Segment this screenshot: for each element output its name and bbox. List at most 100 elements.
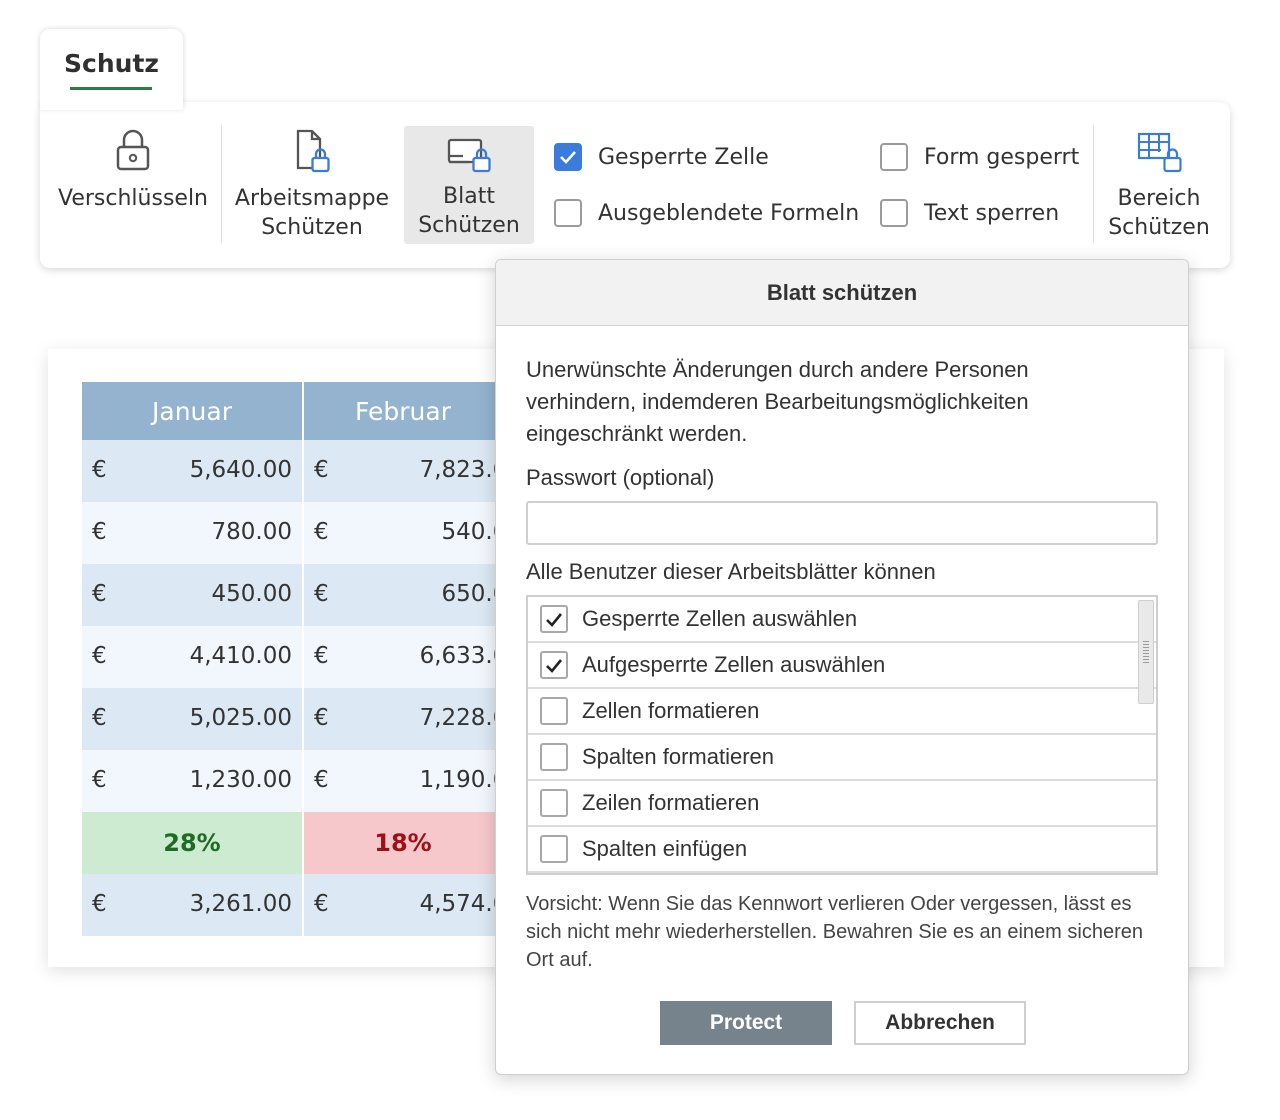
currency-symbol: € <box>314 581 329 607</box>
percent-cell-positive[interactable]: 28% <box>82 812 302 874</box>
table-row: €5,640.00 €7,823.00 <box>82 440 502 502</box>
cell-value: 4,574.00 <box>419 891 502 917</box>
cell-value: 5,025.00 <box>189 705 292 731</box>
password-input[interactable] <box>526 501 1158 545</box>
table-cell[interactable]: €450.00 <box>82 564 302 626</box>
table-cell[interactable]: €5,640.00 <box>82 440 302 502</box>
currency-symbol: € <box>92 767 107 793</box>
currency-symbol: € <box>314 891 329 917</box>
checkbox-unchecked-icon[interactable] <box>880 143 908 171</box>
column-header-february[interactable]: Februar <box>304 382 502 440</box>
protect-workbook-label-1: Arbeitsmappe <box>234 186 390 211</box>
table-cell[interactable]: €780.00 <box>82 502 302 564</box>
table-row: €4,410.00 €6,633.00 <box>82 626 502 688</box>
protect-range-label-2: Schützen <box>1108 215 1210 240</box>
table-cell[interactable]: €3,261.00 <box>82 874 302 936</box>
encrypt-label: Verschlüsseln <box>58 186 208 211</box>
permissions-list: Gesperrte Zellen auswählen Aufgesperrte … <box>526 595 1158 875</box>
checkbox-label: Gesperrte Zelle <box>598 144 769 170</box>
table-cell[interactable]: €6,633.00 <box>304 626 502 688</box>
currency-symbol: € <box>92 581 107 607</box>
cell-value: 540.00 <box>441 519 502 545</box>
table-cell[interactable]: €5,025.00 <box>82 688 302 750</box>
ribbon-panel <box>40 102 1230 268</box>
table-row: €450.00 €650.00 <box>82 564 502 626</box>
currency-symbol: € <box>92 643 107 669</box>
currency-symbol: € <box>314 705 329 731</box>
list-item-label: Aufgesperrte Zellen auswählen <box>582 652 886 677</box>
dialog-title: Blatt schützen <box>496 260 1188 326</box>
list-item-label: Spalten einfügen <box>582 836 748 861</box>
cell-value: 5,640.00 <box>189 457 292 483</box>
sheet-lock-icon <box>447 138 491 173</box>
tab-active-indicator <box>70 87 152 90</box>
table-row: €1,230.00 €1,190.00 <box>82 750 502 812</box>
checkbox-unchecked-icon[interactable] <box>540 697 568 725</box>
dialog-description: Unerwünschte Änderungen durch andere Per… <box>526 357 1029 446</box>
currency-symbol: € <box>314 643 329 669</box>
table-cell[interactable]: €7,823.00 <box>304 440 502 502</box>
list-item[interactable]: Zeilen formatieren <box>528 781 1156 827</box>
cell-value: 4,410.00 <box>189 643 292 669</box>
list-item[interactable]: Spalten formatieren <box>528 735 1156 781</box>
checkbox-unchecked-icon[interactable] <box>880 199 908 227</box>
column-header-january[interactable]: Januar <box>82 382 302 440</box>
cell-value: 1,230.00 <box>189 767 292 793</box>
checkbox-label: Text sperren <box>924 200 1060 226</box>
table-cell[interactable]: €4,574.00 <box>304 874 502 936</box>
currency-symbol: € <box>92 457 107 483</box>
list-item[interactable]: Spalten einfügen <box>528 827 1156 873</box>
table-cell[interactable]: €1,190.00 <box>304 750 502 812</box>
padlock-icon <box>116 129 150 171</box>
encrypt-button[interactable]: Verschlüsseln <box>58 128 208 228</box>
cell-value: 7,228.00 <box>419 705 502 731</box>
password-label: Passwort (optional) <box>526 465 715 490</box>
protect-button[interactable]: Protect <box>660 1001 832 1045</box>
checkbox-unchecked-icon[interactable] <box>554 199 582 227</box>
table-cell[interactable]: €540.00 <box>304 502 502 564</box>
protect-workbook-label-2: Schützen <box>261 215 363 240</box>
protect-workbook-button[interactable]: Arbeitsmappe Schützen <box>232 128 392 242</box>
table-row: €5,025.00 €7,228.00 <box>82 688 502 750</box>
checkmark-icon[interactable] <box>540 605 568 633</box>
table-cell[interactable]: €650.00 <box>304 564 502 626</box>
checkbox-unchecked-icon[interactable] <box>540 789 568 817</box>
list-item-label: Zellen formatieren <box>582 698 760 723</box>
cell-value: 7,823.00 <box>419 457 502 483</box>
locked-cell-checkbox[interactable]: Gesperrte Zelle <box>554 143 769 171</box>
cell-value: 3,261.00 <box>189 891 292 917</box>
scrollbar-grip-icon <box>1143 641 1149 665</box>
hidden-formulas-checkbox[interactable]: Ausgeblendete Formeln <box>554 199 859 227</box>
protect-sheet-button[interactable]: Blatt Schützen <box>404 126 534 244</box>
table-cell[interactable]: €1,230.00 <box>82 750 302 812</box>
percent-cell-negative[interactable]: 18% <box>304 812 502 874</box>
checkbox-unchecked-icon[interactable] <box>540 743 568 771</box>
currency-symbol: € <box>314 457 329 483</box>
list-item[interactable]: Gesperrte Zellen auswählen <box>528 597 1156 643</box>
currency-symbol: € <box>92 705 107 731</box>
permissions-label: Alle Benutzer dieser Arbeitsblätter könn… <box>526 559 936 584</box>
shape-locked-checkbox[interactable]: Form gesperrt <box>880 143 1079 171</box>
list-item[interactable]: Aufgesperrte Zellen auswählen <box>528 643 1156 689</box>
checkbox-unchecked-icon[interactable] <box>540 835 568 863</box>
checkmark-icon[interactable] <box>540 651 568 679</box>
cell-value: 450.00 <box>211 581 292 607</box>
percent-row: 28% 18% <box>82 812 502 874</box>
checkbox-checked-icon[interactable] <box>554 143 582 171</box>
tab-label: Schutz <box>64 49 159 78</box>
protect-range-button[interactable]: Bereich Schützen <box>1103 128 1215 242</box>
currency-symbol: € <box>314 767 329 793</box>
list-scrollbar[interactable] <box>1138 600 1154 704</box>
header-row: Januar Februar <box>82 382 502 440</box>
list-item[interactable]: Zellen formatieren <box>528 689 1156 735</box>
lock-text-checkbox[interactable]: Text sperren <box>880 199 1059 227</box>
cell-value: 6,633.00 <box>419 643 502 669</box>
protect-sheet-label-1: Blatt <box>443 184 495 209</box>
table-cell[interactable]: €4,410.00 <box>82 626 302 688</box>
list-item-label: Zeilen formatieren <box>582 790 760 815</box>
checkbox-label: Form gesperrt <box>924 144 1080 170</box>
table-cell[interactable]: €7,228.00 <box>304 688 502 750</box>
table-row: €3,261.00 €4,574.00 <box>82 874 502 936</box>
cancel-button[interactable]: Abbrechen <box>854 1001 1026 1045</box>
protect-range-label-1: Bereich <box>1117 186 1201 211</box>
